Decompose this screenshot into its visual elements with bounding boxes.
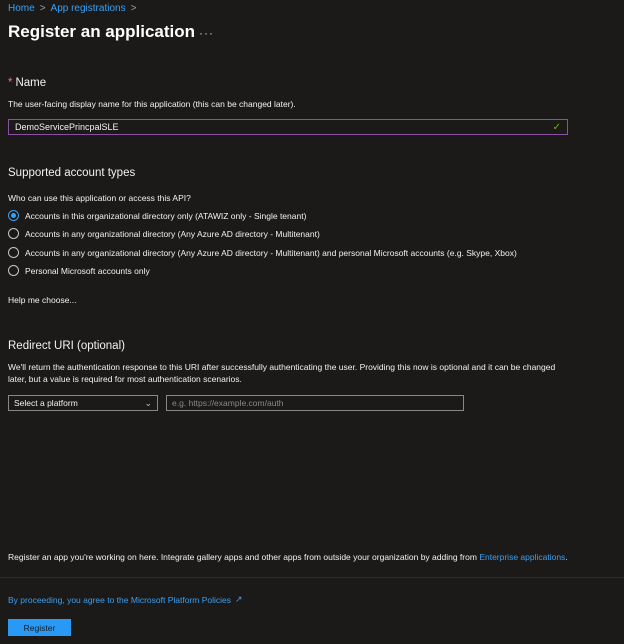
breadcrumb-separator: > (130, 3, 137, 14)
breadcrumb-separator: > (39, 3, 46, 14)
radio-button[interactable] (8, 228, 19, 239)
platform-select[interactable]: Select a platform ⌄ (8, 395, 158, 411)
redirect-uri-input[interactable] (166, 395, 464, 411)
name-label: * Name (8, 77, 46, 89)
account-types-question: Who can use this application or access t… (8, 193, 191, 203)
account-type-label: Accounts in this organizational director… (25, 210, 307, 221)
radio-button[interactable] (8, 247, 19, 258)
breadcrumb-app-registrations-link[interactable]: App registrations (51, 3, 126, 14)
account-type-option-multitenant[interactable]: Accounts in any organizational directory… (8, 228, 320, 239)
account-type-option-single-tenant[interactable]: Accounts in this organizational director… (8, 210, 306, 221)
name-description: The user-facing display name for this ap… (8, 99, 296, 109)
account-types-heading: Supported account types (8, 167, 136, 179)
radio-button[interactable] (8, 265, 19, 276)
breadcrumb: Home > App registrations > (8, 3, 136, 14)
redirect-uri-heading: Redirect URI (optional) (8, 340, 125, 352)
name-input[interactable]: DemoServicePrincpalSLE ✓ (8, 119, 568, 135)
help-me-choose-link[interactable]: Help me choose... (8, 295, 77, 305)
footer-note: Register an app you're working on here. … (8, 552, 568, 562)
required-marker: * (8, 77, 13, 89)
chevron-down-icon: ⌄ (144, 397, 152, 408)
page-title: Register an application (8, 22, 196, 41)
name-label-text: Name (15, 77, 47, 89)
external-link-icon: ↗ (235, 594, 243, 604)
footer-note-end: . (565, 552, 568, 562)
name-input-value[interactable]: DemoServicePrincpalSLE (15, 122, 553, 132)
checkmark-icon: ✓ (552, 121, 561, 133)
breadcrumb-home-link[interactable]: Home (8, 3, 35, 14)
account-type-label: Accounts in any organizational directory… (25, 247, 517, 258)
footer-note-text: Register an app you're working on here. … (8, 552, 477, 562)
account-type-option-multitenant-personal[interactable]: Accounts in any organizational directory… (8, 247, 517, 258)
account-type-label: Accounts in any organizational directory… (25, 228, 320, 239)
platform-select-value: Select a platform (14, 398, 78, 408)
register-button[interactable]: Register (8, 619, 71, 636)
footer-divider (0, 577, 624, 578)
radio-button-checked[interactable] (8, 210, 19, 221)
enterprise-applications-link[interactable]: Enterprise applications (479, 552, 565, 562)
account-type-option-personal-only[interactable]: Personal Microsoft accounts only (8, 265, 150, 276)
platform-policies-line[interactable]: By proceeding, you agree to the Microsof… (8, 594, 243, 605)
platform-policies-link[interactable]: By proceeding, you agree to the Microsof… (8, 595, 231, 605)
more-options-button[interactable]: ··· (199, 26, 214, 40)
account-type-label: Personal Microsoft accounts only (25, 265, 150, 276)
redirect-uri-description: We'll return the authentication response… (8, 362, 556, 384)
